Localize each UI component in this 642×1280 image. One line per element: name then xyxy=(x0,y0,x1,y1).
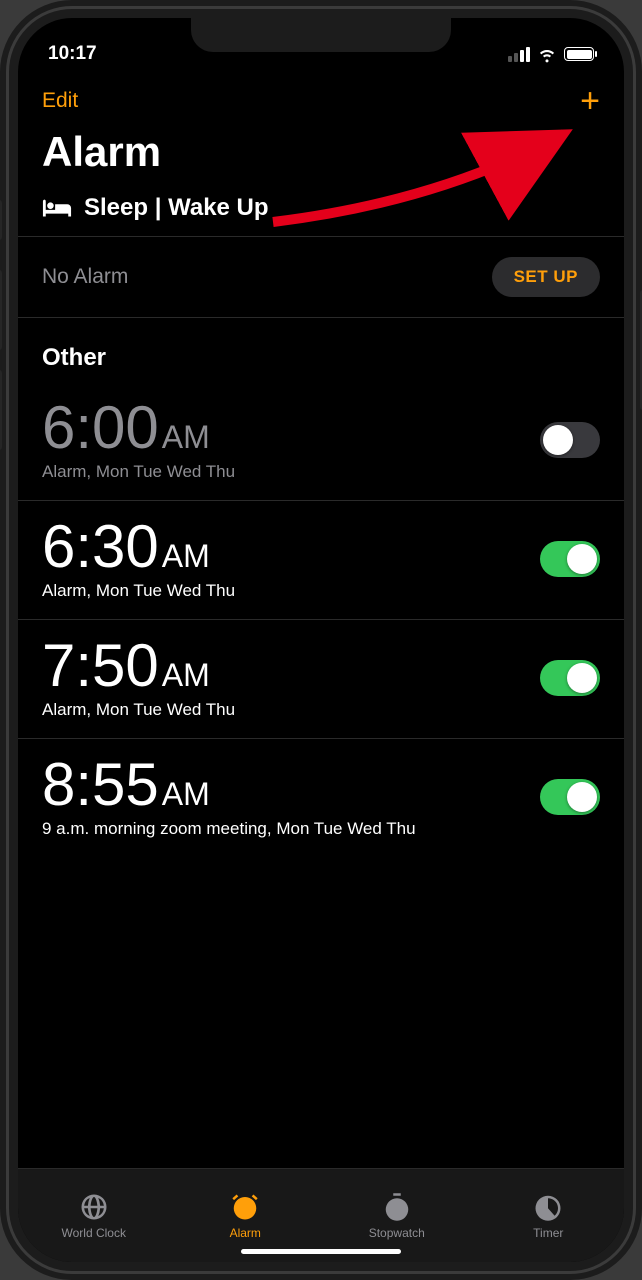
tab-label: Stopwatch xyxy=(369,1226,425,1240)
globe-icon xyxy=(79,1192,109,1222)
stopwatch-icon xyxy=(382,1192,412,1222)
alarm-row[interactable]: 6:00AM Alarm, Mon Tue Wed Thu xyxy=(18,382,624,500)
setup-sleep-button[interactable]: SET UP xyxy=(492,257,600,297)
tab-world-clock[interactable]: World Clock xyxy=(18,1169,170,1262)
notch xyxy=(191,18,451,52)
page-title: Alarm xyxy=(18,120,624,188)
no-alarm-label: No Alarm xyxy=(42,265,128,289)
alarm-toggle[interactable] xyxy=(540,422,600,458)
other-section-header: Other xyxy=(18,317,624,382)
cellular-signal-icon xyxy=(508,47,530,62)
alarm-row[interactable]: 8:55AM 9 a.m. morning zoom meeting, Mon T… xyxy=(18,738,624,857)
screen: 10:17 Edit + Alarm Sleep | Wake Up No Al… xyxy=(18,18,624,1262)
phone-device-frame: 10:17 Edit + Alarm Sleep | Wake Up No Al… xyxy=(0,0,642,1280)
alarm-time: 6:00AM xyxy=(42,398,235,458)
battery-icon xyxy=(564,47,594,61)
alarm-toggle[interactable] xyxy=(540,779,600,815)
tab-label: Alarm xyxy=(230,1226,261,1240)
tab-timer[interactable]: Timer xyxy=(473,1169,625,1262)
alarm-clock-icon xyxy=(230,1192,260,1222)
alarm-label: Alarm, Mon Tue Wed Thu xyxy=(42,700,235,720)
alarm-label: 9 a.m. morning zoom meeting, Mon Tue Wed… xyxy=(42,819,416,839)
alarm-time: 7:50AM xyxy=(42,636,235,696)
nav-bar: Edit + xyxy=(18,72,624,120)
status-time: 10:17 xyxy=(48,43,97,65)
alarm-row[interactable]: 7:50AM Alarm, Mon Tue Wed Thu xyxy=(18,619,624,738)
timer-icon xyxy=(533,1192,563,1222)
alarm-toggle[interactable] xyxy=(540,660,600,696)
sleep-section-header: Sleep | Wake Up xyxy=(18,188,624,236)
alarm-label: Alarm, Mon Tue Wed Thu xyxy=(42,462,235,482)
bed-icon xyxy=(42,197,72,219)
add-alarm-button[interactable]: + xyxy=(580,84,600,118)
alarm-toggle[interactable] xyxy=(540,541,600,577)
alarm-row[interactable]: 6:30AM Alarm, Mon Tue Wed Thu xyxy=(18,500,624,619)
sleep-section-label: Sleep | Wake Up xyxy=(84,194,269,222)
home-indicator[interactable] xyxy=(241,1249,401,1254)
tab-label: World Clock xyxy=(62,1226,126,1240)
alarm-label: Alarm, Mon Tue Wed Thu xyxy=(42,581,235,601)
alarm-time: 6:30AM xyxy=(42,517,235,577)
tab-bar: World Clock Alarm Stopwatch Timer xyxy=(18,1168,624,1262)
alarm-time: 8:55AM xyxy=(42,755,416,815)
edit-button[interactable]: Edit xyxy=(42,89,78,113)
tab-label: Timer xyxy=(533,1226,563,1240)
sleep-alarm-row: No Alarm SET UP xyxy=(18,236,624,317)
wifi-icon xyxy=(537,44,557,64)
